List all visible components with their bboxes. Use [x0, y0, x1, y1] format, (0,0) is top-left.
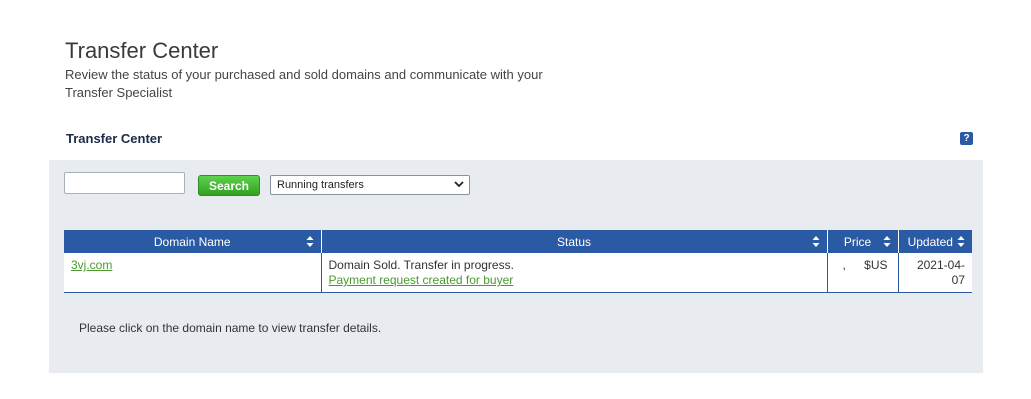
sort-icon [957, 236, 965, 247]
filter-selected-value: Running transfers [277, 179, 364, 191]
column-header-status[interactable]: Status [321, 230, 828, 253]
page-title: Transfer Center [65, 38, 219, 63]
column-header-label: Status [556, 234, 592, 249]
status-cell: Domain Sold. Transfer in progress. Payme… [321, 253, 828, 293]
search-input[interactable] [64, 172, 185, 194]
hint-text: Please click on the domain name to view … [79, 321, 382, 335]
column-header-label: Price [843, 234, 872, 249]
section-title: Transfer Center [66, 131, 163, 146]
column-header-label: Updated [907, 234, 953, 249]
column-header-updated[interactable]: Updated [898, 230, 972, 253]
table-row: 3vj.com Domain Sold. Transfer in progres… [64, 253, 972, 293]
column-header-label: Domain Name [153, 234, 231, 249]
column-header-price[interactable]: Price [827, 230, 899, 253]
column-header-domain[interactable]: Domain Name [64, 230, 322, 253]
transfer-filter-select[interactable]: Running transfers [270, 175, 470, 195]
domain-link[interactable]: 3vj.com [71, 258, 112, 272]
status-text: Domain Sold. Transfer in progress. [328, 258, 514, 272]
price-cell: , $US [827, 253, 899, 293]
chevron-down-icon [454, 181, 464, 188]
page-subtitle: Review the status of your purchased and … [65, 67, 543, 100]
transfer-panel: Search Running transfers Domain Name Sta… [49, 160, 983, 373]
price-currency: $US [864, 258, 888, 272]
table-header-row: Domain Name Status Price Updated [64, 230, 972, 253]
help-icon[interactable]: ? [960, 132, 973, 145]
payment-request-link[interactable]: Payment request created for buyer [329, 273, 514, 287]
domain-cell: 3vj.com [64, 253, 322, 293]
sort-icon [812, 236, 819, 247]
transfers-table: Domain Name Status Price Updated 3vj.com… [64, 230, 972, 293]
sort-icon [306, 236, 313, 247]
search-button[interactable]: Search [198, 175, 260, 196]
price-amount: , [842, 258, 846, 272]
updated-cell: 2021-04-07 [898, 253, 972, 293]
updated-date: 2021-04-07 [916, 258, 965, 287]
sort-icon [883, 236, 890, 247]
